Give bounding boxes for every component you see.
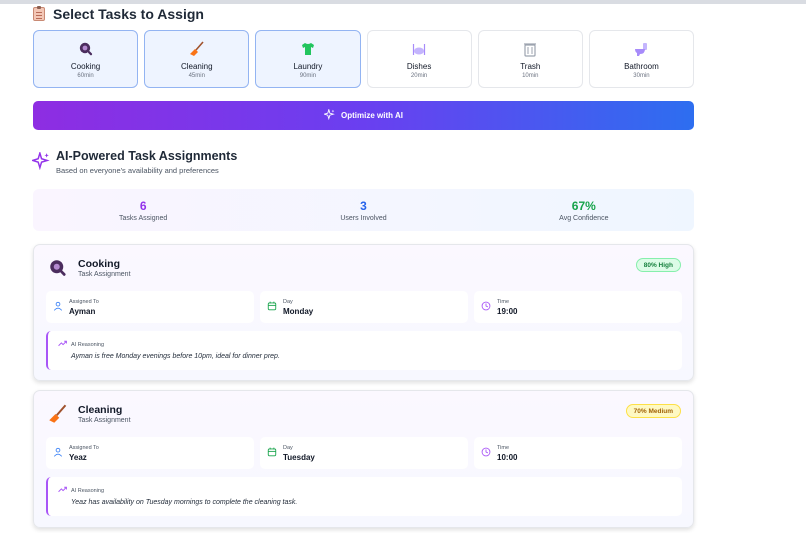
dishes-icon — [410, 40, 428, 58]
clipboard-icon — [33, 6, 45, 21]
task-option-bathroom[interactable]: Bathroom 30min — [588, 30, 695, 88]
clock-icon — [481, 444, 491, 462]
stat-label: Avg Confidence — [559, 214, 609, 222]
calendar-icon — [267, 298, 277, 316]
time-field: Time 19:00 — [474, 291, 682, 323]
stat-avg-confidence: 67% Avg Confidence — [474, 189, 694, 231]
task-name: Cooking — [70, 61, 101, 71]
field-label: Day — [283, 444, 293, 451]
field-value: Tuesday — [283, 452, 315, 462]
card-subtitle: Task Assignment — [78, 271, 131, 278]
broom-icon — [48, 404, 68, 424]
top-bar — [0, 0, 806, 4]
task-selector: Cooking 60min Cleaning 45min Laundry 90m… — [33, 30, 695, 88]
task-option-cleaning[interactable]: Cleaning 45min — [144, 30, 250, 88]
assignment-card-cooking: Cooking Task Assignment 80% High Assigne… — [33, 244, 694, 381]
trending-up-icon — [58, 339, 67, 350]
frying-pan-icon — [48, 258, 68, 278]
stat-value: 3 — [360, 198, 367, 213]
task-duration: 20min — [410, 72, 428, 79]
field-label: Assigned To — [69, 444, 99, 451]
stat-value: 67% — [571, 198, 596, 213]
shirt-icon — [299, 40, 317, 58]
task-duration: 30min — [633, 72, 650, 79]
ai-assignments-header: AI-Powered Task Assignments Based on eve… — [30, 149, 238, 175]
task-name: Dishes — [406, 61, 432, 71]
field-value: Ayman — [69, 306, 96, 316]
task-option-dishes[interactable]: Dishes 20min — [366, 30, 472, 88]
field-value: 10:00 — [497, 452, 518, 462]
assigned-to-field: Assigned To Ayman — [46, 291, 254, 323]
task-option-trash[interactable]: Trash 10min — [477, 30, 583, 88]
stat-label: Tasks Assigned — [119, 214, 168, 222]
stat-users-involved: 3 Users Involved — [253, 189, 473, 231]
clock-icon — [481, 298, 491, 316]
reasoning-label: AI Reasoning — [71, 487, 105, 494]
time-field: Time 10:00 — [474, 437, 682, 469]
task-name: Bathroom — [624, 61, 659, 71]
field-value: 19:00 — [497, 306, 518, 316]
assignment-card-cleaning: Cleaning Task Assignment 70% Medium Assi… — [33, 390, 694, 528]
select-tasks-header: Select Tasks to Assign — [33, 6, 204, 22]
optimize-button-label: Optimize with AI — [341, 111, 403, 120]
card-title: Cleaning — [78, 404, 123, 416]
card-title: Cooking — [78, 258, 120, 270]
sparkles-icon — [322, 108, 335, 122]
task-duration: 90min — [299, 72, 317, 79]
assigned-to-field: Assigned To Yeaz — [46, 437, 254, 469]
field-label: Time — [497, 298, 510, 305]
task-option-laundry[interactable]: Laundry 90min — [255, 30, 361, 88]
ai-section-subtitle: Based on everyone's availability and pre… — [56, 166, 219, 175]
field-value: Monday — [283, 306, 314, 316]
calendar-icon — [267, 444, 277, 462]
stat-tasks-assigned: 6 Tasks Assigned — [33, 189, 253, 231]
card-header: Cooking Task Assignment — [48, 258, 131, 278]
task-duration: 60min — [77, 72, 94, 79]
day-field: Day Tuesday — [260, 437, 468, 469]
task-name: Laundry — [293, 61, 323, 71]
task-name: Cleaning — [180, 61, 213, 71]
toilet-icon — [632, 40, 650, 58]
assignment-fields: Assigned To Ayman Day Monday Time 19:00 — [46, 291, 682, 323]
ai-reasoning-box: AI Reasoning Yeaz has availability on Tu… — [46, 477, 682, 516]
select-tasks-title: Select Tasks to Assign — [53, 6, 204, 22]
card-subtitle: Task Assignment — [78, 417, 131, 424]
field-label: Assigned To — [69, 298, 99, 305]
frying-pan-icon — [77, 40, 95, 58]
task-duration: 45min — [188, 72, 205, 79]
stats-summary: 6 Tasks Assigned 3 Users Involved 67% Av… — [33, 189, 694, 231]
assignment-fields: Assigned To Yeaz Day Tuesday Time 10:00 — [46, 437, 682, 469]
broom-icon — [188, 40, 206, 58]
trash-icon — [521, 40, 539, 58]
stat-label: Users Involved — [340, 214, 387, 222]
task-name: Trash — [520, 61, 541, 71]
day-field: Day Monday — [260, 291, 468, 323]
sparkles-icon — [30, 150, 50, 175]
field-value: Yeaz — [69, 452, 87, 462]
trending-up-icon — [58, 485, 67, 496]
ai-section-title: AI-Powered Task Assignments — [56, 149, 238, 163]
user-icon — [53, 444, 63, 462]
field-label: Day — [283, 298, 293, 305]
task-duration: 10min — [522, 72, 539, 79]
reasoning-label: AI Reasoning — [71, 341, 105, 348]
user-icon — [53, 298, 63, 316]
ai-reasoning-box: AI Reasoning Ayman is free Monday evenin… — [46, 331, 682, 370]
card-header: Cleaning Task Assignment — [48, 404, 131, 424]
confidence-badge: 80% High — [635, 258, 681, 272]
reasoning-text: Yeaz has availability on Tuesday morning… — [71, 499, 298, 506]
field-label: Time — [497, 444, 510, 451]
optimize-with-ai-button[interactable]: Optimize with AI — [33, 101, 694, 130]
confidence-badge: 70% Medium — [625, 404, 681, 418]
reasoning-text: Ayman is free Monday evenings before 10p… — [71, 353, 280, 360]
stat-value: 6 — [139, 198, 147, 213]
task-option-cooking[interactable]: Cooking 60min — [33, 30, 139, 88]
